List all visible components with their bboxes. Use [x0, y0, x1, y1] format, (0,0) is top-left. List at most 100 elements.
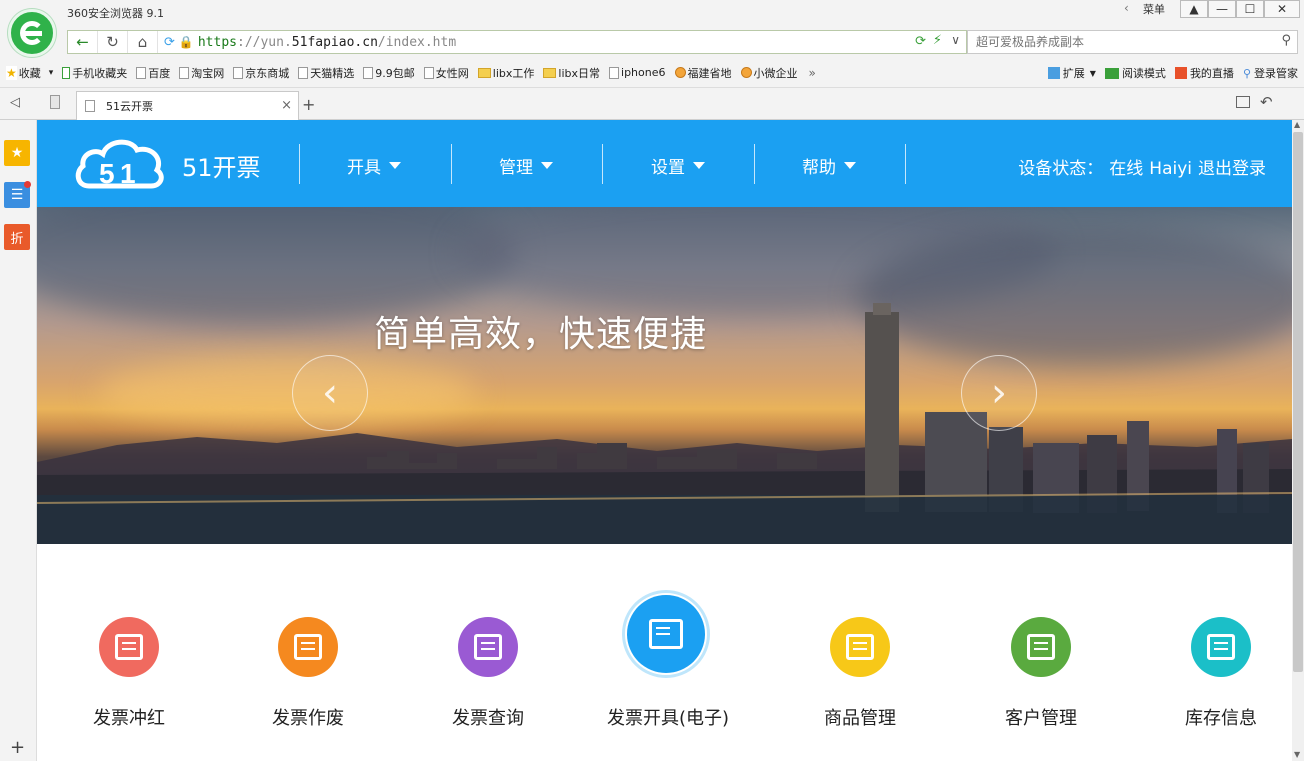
username: Haiyi: [1149, 159, 1192, 179]
new-tab-button[interactable]: +: [302, 95, 315, 114]
bookmark-label: 京东商城: [245, 66, 290, 80]
favorites-star-icon[interactable]: ★: [4, 140, 30, 166]
invoice-check-icon: [99, 617, 159, 677]
feature-label: 商品管理: [824, 708, 896, 729]
bookmark-item[interactable]: iphone6: [609, 66, 666, 79]
feature-label: 库存信息: [1185, 708, 1257, 729]
51-cloud-logo-icon[interactable]: 5 1: [75, 134, 165, 190]
page-scrollbar[interactable]: ▲ ▼: [1292, 120, 1304, 761]
login-manager-button[interactable]: ⚲ 登录管家: [1243, 65, 1298, 81]
nav-help[interactable]: 帮助: [802, 153, 856, 178]
speed-mode-icon[interactable]: ⚡: [933, 33, 942, 48]
bookmark-label: 9.9包邮: [375, 66, 415, 80]
skin-icon[interactable]: ▲: [1180, 0, 1208, 18]
bookmark-item[interactable]: 天猫精选: [298, 65, 354, 81]
customer-icon: [1011, 617, 1071, 677]
bookmark-item[interactable]: 京东商城: [233, 65, 289, 81]
close-window-button[interactable]: ✕: [1264, 0, 1300, 18]
extensions-button[interactable]: 扩展 ▼: [1047, 65, 1096, 81]
reading-mode-button[interactable]: 阅读模式: [1104, 65, 1166, 81]
bookmark-item[interactable]: 9.9包邮: [363, 65, 415, 81]
scroll-down-icon[interactable]: ▼: [1294, 750, 1300, 759]
feature-label: 发票查询: [452, 708, 524, 729]
bookmark-item[interactable]: ★ 收藏 ▾: [6, 65, 53, 81]
bookmark-bar: ★ 收藏 ▾ 手机收藏夹 百度 淘宝网 京东商城 天猫精选 9.9包邮 女性网 libx工作 libx…: [0, 58, 1304, 88]
feature-shortcuts: 发票冲红 发票作废 发票查询 发票开具(电子) 商品管理 客户管理 库存信息: [37, 544, 1292, 761]
chevron-down-icon[interactable]: ▾: [49, 68, 54, 78]
bookmark-label: 淘宝网: [191, 66, 225, 80]
bookmark-label: 手机收藏夹: [72, 66, 128, 80]
page-icon: [423, 66, 434, 79]
restore-tab-icon[interactable]: [1236, 96, 1250, 108]
bookmark-item[interactable]: 小微企业: [740, 65, 798, 81]
nav-divider: [451, 144, 452, 184]
feature-label: 发票开具(电子): [606, 708, 730, 729]
bookmark-label: 百度: [148, 66, 171, 80]
site-brand[interactable]: 51开票: [182, 148, 261, 183]
url-dropdown-icon[interactable]: ∨: [951, 33, 960, 47]
search-icon[interactable]: ⚲: [1281, 33, 1291, 48]
bookmark-item[interactable]: libx日常: [543, 65, 600, 81]
refresh-button[interactable]: ↻: [98, 31, 128, 53]
nav-settings[interactable]: 设置: [651, 153, 705, 178]
address-bar: ← ↻ ⌂ ⟳ 🔒 https://yun.51fapiao.cn/index.…: [67, 30, 967, 54]
bookmark-item[interactable]: 福建省地: [674, 65, 732, 81]
browser-sidebar: ★ ☰ 折 +: [0, 120, 37, 761]
nav-issue[interactable]: 开具: [347, 153, 401, 178]
chevron-left-icon: ‹: [322, 370, 338, 416]
scrollbar-thumb[interactable]: [1293, 132, 1303, 672]
home-button[interactable]: ⌂: [128, 31, 158, 53]
address-bar-row: ← ↻ ⌂ ⟳ 🔒 https://yun.51fapiao.cn/index.…: [0, 28, 1304, 58]
search-input[interactable]: [968, 31, 1268, 53]
bookmark-item[interactable]: 淘宝网: [179, 65, 224, 81]
search-box[interactable]: ⚲: [967, 30, 1298, 54]
bookmark-item[interactable]: 手机收藏夹: [62, 65, 127, 81]
chevron-left-icon[interactable]: ‹: [1124, 1, 1129, 15]
url-field[interactable]: ⟳ 🔒 https://yun.51fapiao.cn/index.htm ⟳ …: [158, 31, 966, 53]
page-icon: [233, 66, 244, 79]
bookmark-item[interactable]: 百度: [136, 65, 170, 81]
back-button[interactable]: ←: [68, 31, 98, 53]
undo-icon[interactable]: ↶: [1260, 93, 1273, 111]
hero-banner: 简单高效，快速便捷 ‹ ›: [37, 207, 1292, 544]
menu-button[interactable]: 菜单: [1143, 1, 1165, 17]
banner-next-button[interactable]: ›: [961, 355, 1037, 431]
tab-51yun[interactable]: 51云开票 ×: [76, 91, 299, 120]
warehouse-icon: [1191, 617, 1251, 677]
close-tab-icon[interactable]: ×: [281, 98, 292, 113]
phone-icon: [62, 66, 71, 79]
globe-icon: [674, 67, 686, 78]
scroll-up-icon[interactable]: ▲: [1294, 120, 1300, 129]
sidebar-toggle-icon[interactable]: ◁: [10, 95, 20, 110]
extensions-icon: [1047, 67, 1060, 79]
more-bookmarks-icon[interactable]: »: [809, 66, 816, 80]
site-header: 5 1 51开票 开具 管理 设置 帮助 设备状态： 在线 Haiyi 退出登录: [37, 120, 1292, 207]
add-sidebar-item-button[interactable]: +: [10, 737, 25, 758]
book-icon: [1104, 67, 1119, 79]
bookmark-item[interactable]: libx工作: [477, 65, 534, 81]
globe-icon: [740, 67, 752, 78]
invoice-search-icon: [458, 617, 518, 677]
banner-prev-button[interactable]: ‹: [292, 355, 368, 431]
nav-divider: [299, 144, 300, 184]
tab-list-icon[interactable]: [50, 95, 60, 109]
bookmark-item[interactable]: 女性网: [423, 65, 469, 81]
caret-down-icon: [844, 162, 856, 169]
key-icon: ⚲: [1242, 66, 1251, 80]
maximize-button[interactable]: ☐: [1236, 0, 1264, 18]
minimize-button[interactable]: —: [1208, 0, 1236, 18]
invoice-cut-icon: [278, 617, 338, 677]
logout-link[interactable]: 退出登录: [1198, 159, 1266, 179]
tv-icon: [1174, 67, 1187, 79]
loading-icon: ⟳: [164, 34, 175, 50]
feature-label: 发票冲红: [93, 708, 165, 729]
url-text: https://yun.51fapiao.cn/index.htm: [197, 34, 457, 50]
bookmark-label: 天猫精选: [310, 66, 355, 80]
banner-slogan: 简单高效，快速便捷: [374, 314, 708, 355]
nav-manage[interactable]: 管理: [499, 153, 553, 178]
page-icon: [136, 66, 147, 79]
discount-icon[interactable]: 折: [4, 224, 30, 250]
live-button[interactable]: 我的直播: [1174, 65, 1234, 81]
bookmark-label: 收藏: [18, 66, 41, 80]
compat-mode-icon[interactable]: ⟳: [915, 34, 926, 49]
